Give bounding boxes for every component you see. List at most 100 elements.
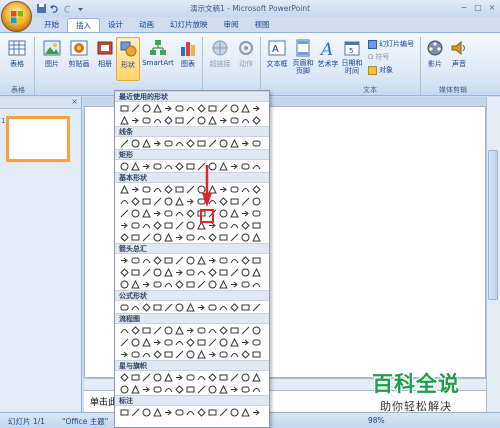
- shape-option-icon[interactable]: [196, 349, 206, 359]
- shape-option-icon[interactable]: [229, 208, 239, 218]
- shape-option-icon[interactable]: [229, 279, 239, 289]
- shape-option-icon[interactable]: [185, 196, 195, 206]
- shape-option-icon[interactable]: [119, 232, 129, 242]
- shape-option-icon[interactable]: [207, 267, 217, 277]
- shape-option-icon[interactable]: [141, 349, 151, 359]
- shape-option-icon[interactable]: [152, 255, 162, 265]
- shape-option-icon[interactable]: [218, 208, 228, 218]
- shape-option-icon[interactable]: [240, 184, 250, 194]
- shape-option-icon[interactable]: [119, 255, 129, 265]
- shape-option-icon[interactable]: [141, 184, 151, 194]
- shape-option-icon[interactable]: [174, 337, 184, 347]
- shape-option-icon[interactable]: [163, 349, 173, 359]
- shape-option-icon[interactable]: [240, 349, 250, 359]
- shape-option-icon[interactable]: [240, 103, 250, 113]
- shape-option-icon[interactable]: [251, 407, 261, 417]
- shape-option-icon[interactable]: [229, 349, 239, 359]
- table-button[interactable]: 表格: [4, 39, 30, 69]
- shape-option-icon[interactable]: [185, 115, 195, 125]
- shape-option-icon[interactable]: [174, 279, 184, 289]
- shape-option-icon[interactable]: [141, 255, 151, 265]
- shape-option-icon[interactable]: [229, 267, 239, 277]
- shape-option-icon[interactable]: [174, 161, 184, 171]
- shape-option-icon[interactable]: [240, 267, 250, 277]
- shape-option-icon[interactable]: [141, 279, 151, 289]
- shape-option-icon[interactable]: [251, 384, 261, 394]
- sound-button[interactable]: 声音: [448, 39, 470, 69]
- shape-option-icon[interactable]: [174, 325, 184, 335]
- shape-option-icon[interactable]: [174, 232, 184, 242]
- shape-option-icon[interactable]: [218, 372, 228, 382]
- tab-home[interactable]: 开始: [36, 18, 67, 32]
- shape-option-icon[interactable]: [185, 407, 195, 417]
- shape-option-icon[interactable]: [196, 103, 206, 113]
- shape-option-icon[interactable]: [163, 196, 173, 206]
- header-footer-button[interactable]: 页眉和 页脚: [290, 39, 316, 75]
- picture-button[interactable]: 图片: [40, 39, 64, 69]
- shape-option-icon[interactable]: [185, 267, 195, 277]
- shape-option-icon[interactable]: [207, 255, 217, 265]
- shape-option-icon[interactable]: [152, 138, 162, 148]
- shape-option-icon[interactable]: [119, 161, 129, 171]
- shape-option-icon[interactable]: [163, 161, 173, 171]
- shape-option-icon[interactable]: [185, 161, 195, 171]
- shape-option-icon[interactable]: [174, 184, 184, 194]
- shape-option-icon[interactable]: [240, 138, 250, 148]
- shape-option-icon[interactable]: [229, 407, 239, 417]
- shape-option-icon[interactable]: [130, 267, 140, 277]
- shape-option-icon[interactable]: [141, 302, 151, 312]
- shape-option-icon[interactable]: [229, 325, 239, 335]
- shape-option-icon[interactable]: [174, 208, 184, 218]
- shape-option-icon[interactable]: [207, 337, 217, 347]
- shape-option-icon[interactable]: [251, 349, 261, 359]
- shape-option-icon[interactable]: [218, 267, 228, 277]
- shape-option-icon[interactable]: [174, 138, 184, 148]
- symbol-button[interactable]: Ω 符号: [368, 52, 389, 62]
- shape-option-icon[interactable]: [185, 103, 195, 113]
- shape-option-icon[interactable]: [130, 337, 140, 347]
- shape-option-icon[interactable]: [163, 325, 173, 335]
- shape-option-icon[interactable]: [130, 138, 140, 148]
- shape-option-icon[interactable]: [152, 407, 162, 417]
- shape-option-icon[interactable]: [119, 267, 129, 277]
- shape-option-icon[interactable]: [229, 337, 239, 347]
- shape-option-icon[interactable]: [163, 103, 173, 113]
- shape-option-icon[interactable]: [251, 372, 261, 382]
- hyperlink-button[interactable]: 超链接: [206, 39, 234, 69]
- shape-option-icon[interactable]: [251, 255, 261, 265]
- chart-button[interactable]: 图表: [178, 39, 198, 69]
- shape-option-icon[interactable]: [218, 302, 228, 312]
- shape-option-icon[interactable]: [207, 372, 217, 382]
- shape-option-icon[interactable]: [141, 208, 151, 218]
- shape-option-icon[interactable]: [163, 220, 173, 230]
- shape-option-icon[interactable]: [185, 279, 195, 289]
- shape-option-icon[interactable]: [229, 196, 239, 206]
- shape-option-icon[interactable]: [174, 115, 184, 125]
- shape-option-icon[interactable]: [196, 115, 206, 125]
- shape-option-icon[interactable]: [229, 302, 239, 312]
- shape-option-icon[interactable]: [141, 267, 151, 277]
- shape-option-icon[interactable]: [240, 208, 250, 218]
- shapes-button[interactable]: 形状: [116, 37, 140, 81]
- shape-option-icon[interactable]: [163, 279, 173, 289]
- shape-option-icon[interactable]: [207, 232, 217, 242]
- shape-option-icon[interactable]: [218, 184, 228, 194]
- shape-option-icon[interactable]: [119, 325, 129, 335]
- shape-option-icon[interactable]: [130, 279, 140, 289]
- shape-option-icon[interactable]: [174, 196, 184, 206]
- shape-option-icon[interactable]: [119, 138, 129, 148]
- album-button[interactable]: 相册: [94, 39, 116, 69]
- shape-option-icon[interactable]: [207, 138, 217, 148]
- shape-option-icon[interactable]: [218, 138, 228, 148]
- shape-option-icon[interactable]: [240, 372, 250, 382]
- shape-option-icon[interactable]: [185, 325, 195, 335]
- shape-option-icon[interactable]: [185, 349, 195, 359]
- shape-option-icon[interactable]: [251, 267, 261, 277]
- shape-option-icon[interactable]: [174, 407, 184, 417]
- shape-option-icon[interactable]: [152, 161, 162, 171]
- shape-option-icon[interactable]: [163, 255, 173, 265]
- shape-option-icon[interactable]: [251, 196, 261, 206]
- shape-option-icon[interactable]: [240, 115, 250, 125]
- tab-animations[interactable]: 动画: [131, 18, 162, 32]
- shape-option-icon[interactable]: [130, 302, 140, 312]
